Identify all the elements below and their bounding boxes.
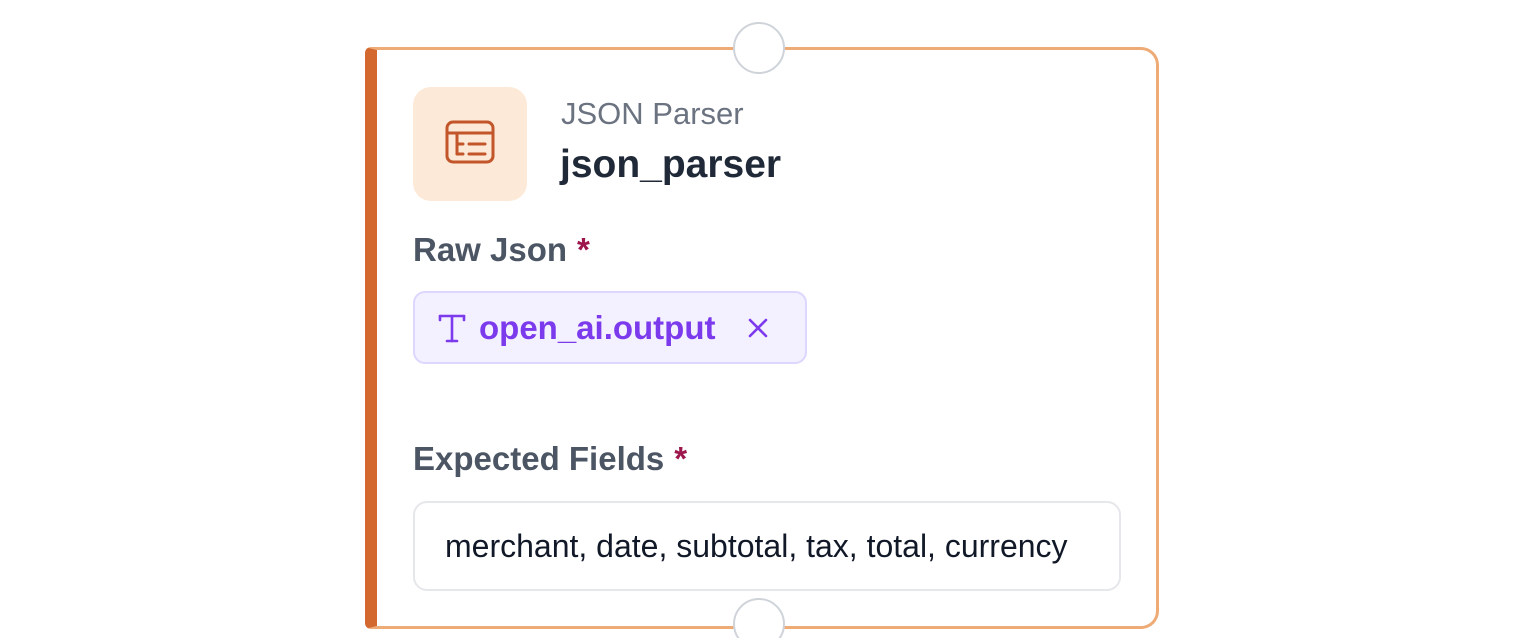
variable-chip[interactable]: open_ai.output [413, 291, 807, 364]
variable-chip-label: open_ai.output [479, 308, 716, 346]
text-type-icon [435, 311, 469, 345]
expected-fields-label-text: Expected Fields [413, 440, 665, 477]
input-handle[interactable] [733, 22, 785, 74]
node-name: json_parser [560, 143, 782, 186]
node-type-label: JSON Parser [561, 96, 744, 131]
expected-fields-label: Expected Fields * [413, 439, 687, 479]
raw-json-label-text: Raw Json [413, 231, 568, 268]
raw-json-label: Raw Json * [413, 230, 590, 270]
expected-fields-input[interactable] [413, 501, 1121, 591]
table-parser-icon [443, 115, 497, 174]
node-icon-box [413, 87, 527, 201]
workflow-canvas: JSON Parser json_parser Raw Json * open_a… [0, 0, 1530, 638]
required-marker: * [674, 440, 688, 477]
close-icon[interactable] [745, 315, 771, 341]
required-marker: * [577, 231, 590, 268]
